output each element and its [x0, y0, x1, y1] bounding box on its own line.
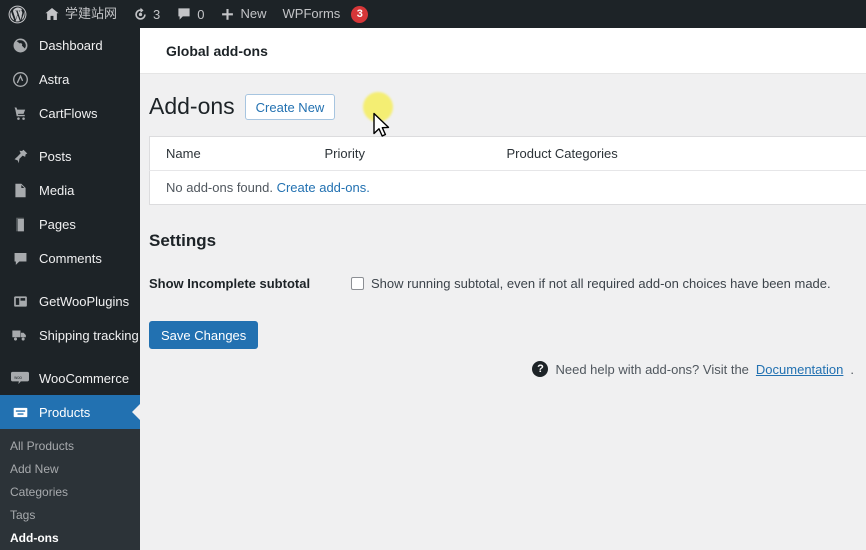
- page-header-bar: Global add-ons: [140, 28, 866, 74]
- submenu-item-all-products[interactable]: All Products: [0, 435, 140, 458]
- footer-help: ? Need help with add-ons? Visit the Docu…: [532, 361, 854, 377]
- page-header-title: Global add-ons: [166, 42, 268, 59]
- table-row-empty: No add-ons found. Create add-ons.: [150, 171, 866, 205]
- setting-row-show-incomplete-subtotal: Show Incomplete subtotal Show running su…: [149, 275, 866, 293]
- table-header-row: Name Priority Product Categories: [149, 136, 866, 171]
- cartflows-icon: [9, 103, 31, 123]
- pin-icon: [9, 146, 31, 166]
- wpforms-label: WPForms: [282, 6, 341, 21]
- column-header-priority[interactable]: Priority: [314, 136, 497, 171]
- setting-field[interactable]: Show running subtotal, even if not all r…: [351, 275, 831, 293]
- sidebar-separator: [0, 352, 140, 361]
- sidebar-item-getwooplugins[interactable]: GetWooPlugins: [0, 284, 140, 318]
- comment-bubble-icon: [176, 6, 192, 22]
- sidebar-item-woocommerce[interactable]: woo WooCommerce: [0, 361, 140, 395]
- submenu-item-categories[interactable]: Categories: [0, 481, 140, 504]
- sidebar-item-cartflows[interactable]: CartFlows: [0, 96, 140, 130]
- sidebar-item-label: Shipping tracking: [39, 327, 139, 343]
- sidebar-item-astra[interactable]: Astra: [0, 62, 140, 96]
- home-icon: [44, 6, 60, 22]
- content-wrap: Add-ons Create New Name Priority Product…: [140, 74, 866, 377]
- setting-label: Show Incomplete subtotal: [149, 276, 311, 291]
- title-row: Add-ons Create New: [149, 92, 866, 122]
- site-name-button[interactable]: 学建站网: [36, 0, 125, 28]
- sidebar-item-products[interactable]: Products: [0, 395, 140, 429]
- create-new-button[interactable]: Create New: [244, 94, 336, 120]
- sidebar-item-label: GetWooPlugins: [39, 293, 130, 309]
- updates-count: 3: [153, 6, 161, 22]
- submenu-item-add-new[interactable]: Add New: [0, 458, 140, 481]
- updates-icon: [133, 7, 148, 22]
- dashboard-icon: [9, 35, 31, 55]
- sidebar-item-media[interactable]: Media: [0, 173, 140, 207]
- sidebar-item-label: CartFlows: [39, 105, 98, 121]
- empty-state-text: No add-ons found.: [166, 180, 273, 195]
- addons-table-body: No add-ons found. Create add-ons.: [150, 171, 866, 205]
- sidebar-separator: [0, 130, 140, 139]
- show-running-subtotal-checkbox[interactable]: [351, 277, 364, 290]
- settings-heading: Settings: [149, 231, 217, 250]
- sidebar-item-label: Products: [39, 404, 91, 420]
- submenu-item-tags[interactable]: Tags: [0, 504, 140, 527]
- submenu-item-add-ons[interactable]: Add-ons: [0, 527, 140, 550]
- sidebar-separator: [0, 275, 140, 284]
- sidebar-submenu-products: All Products Add New Categories Tags Add…: [0, 429, 140, 550]
- footer-help-suffix: .: [850, 361, 854, 377]
- updates-button[interactable]: 3: [125, 0, 168, 28]
- sidebar-item-label: Astra: [39, 71, 70, 87]
- new-content-button[interactable]: New: [212, 0, 274, 28]
- pages-icon: [9, 214, 31, 234]
- empty-state-cell: No add-ons found. Create add-ons.: [150, 171, 866, 205]
- comment-bubble-icon: [9, 248, 31, 268]
- admin-sidebar: Dashboard Astra CartFlows Posts Media Pa…: [0, 28, 140, 550]
- sidebar-item-label: Comments: [39, 250, 102, 266]
- sidebar-item-label: Dashboard: [39, 37, 103, 53]
- checkbox-label: Show running subtotal, even if not all r…: [371, 276, 831, 291]
- page-title: Add-ons: [149, 93, 235, 120]
- getwooplugins-icon: [9, 291, 31, 311]
- comments-button[interactable]: 0: [168, 0, 212, 28]
- wordpress-logo-icon: [8, 5, 27, 24]
- media-icon: [9, 180, 31, 200]
- documentation-link[interactable]: Documentation: [756, 362, 843, 377]
- woocommerce-icon: woo: [9, 368, 31, 388]
- column-header-name[interactable]: Name: [149, 136, 315, 171]
- addons-table-head: Name Priority Product Categories: [149, 136, 866, 171]
- new-content-label: New: [240, 6, 267, 21]
- wordpress-logo-button[interactable]: [0, 0, 36, 28]
- addons-table: Name Priority Product Categories No add-…: [149, 136, 866, 205]
- footer-help-text: Need help with add-ons? Visit the: [555, 361, 749, 377]
- sidebar-item-label: Media: [39, 182, 75, 198]
- main-content: Add-ons Create New Name Priority Product…: [140, 74, 866, 550]
- sidebar-item-pages[interactable]: Pages: [0, 207, 140, 241]
- question-mark-icon: ?: [532, 361, 549, 377]
- sidebar-item-label: Pages: [39, 216, 76, 232]
- products-icon: [9, 402, 31, 422]
- admin-bar: 学建站网 3 0 New WPForms 3: [0, 0, 866, 28]
- sidebar-item-posts[interactable]: Posts: [0, 139, 140, 173]
- wpforms-badge: 3: [351, 5, 369, 23]
- sidebar-item-label: Posts: [39, 148, 72, 164]
- sidebar-item-comments[interactable]: Comments: [0, 241, 140, 275]
- column-header-product-categories[interactable]: Product Categories: [496, 136, 866, 171]
- plus-icon: [220, 7, 235, 22]
- svg-text:woo: woo: [14, 375, 22, 380]
- create-addons-link[interactable]: Create add-ons.: [277, 180, 370, 195]
- sidebar-item-dashboard[interactable]: Dashboard: [0, 28, 140, 62]
- site-name-label: 学建站网: [65, 6, 118, 21]
- astra-icon: [9, 69, 31, 89]
- wpforms-menu-button[interactable]: WPForms 3: [275, 0, 377, 28]
- sidebar-item-shipping-tracking[interactable]: Shipping tracking: [0, 318, 140, 352]
- sidebar-item-label: WooCommerce: [39, 370, 130, 386]
- comments-count: 0: [197, 6, 205, 22]
- save-changes-button[interactable]: Save Changes: [149, 321, 259, 349]
- truck-icon: [9, 325, 31, 345]
